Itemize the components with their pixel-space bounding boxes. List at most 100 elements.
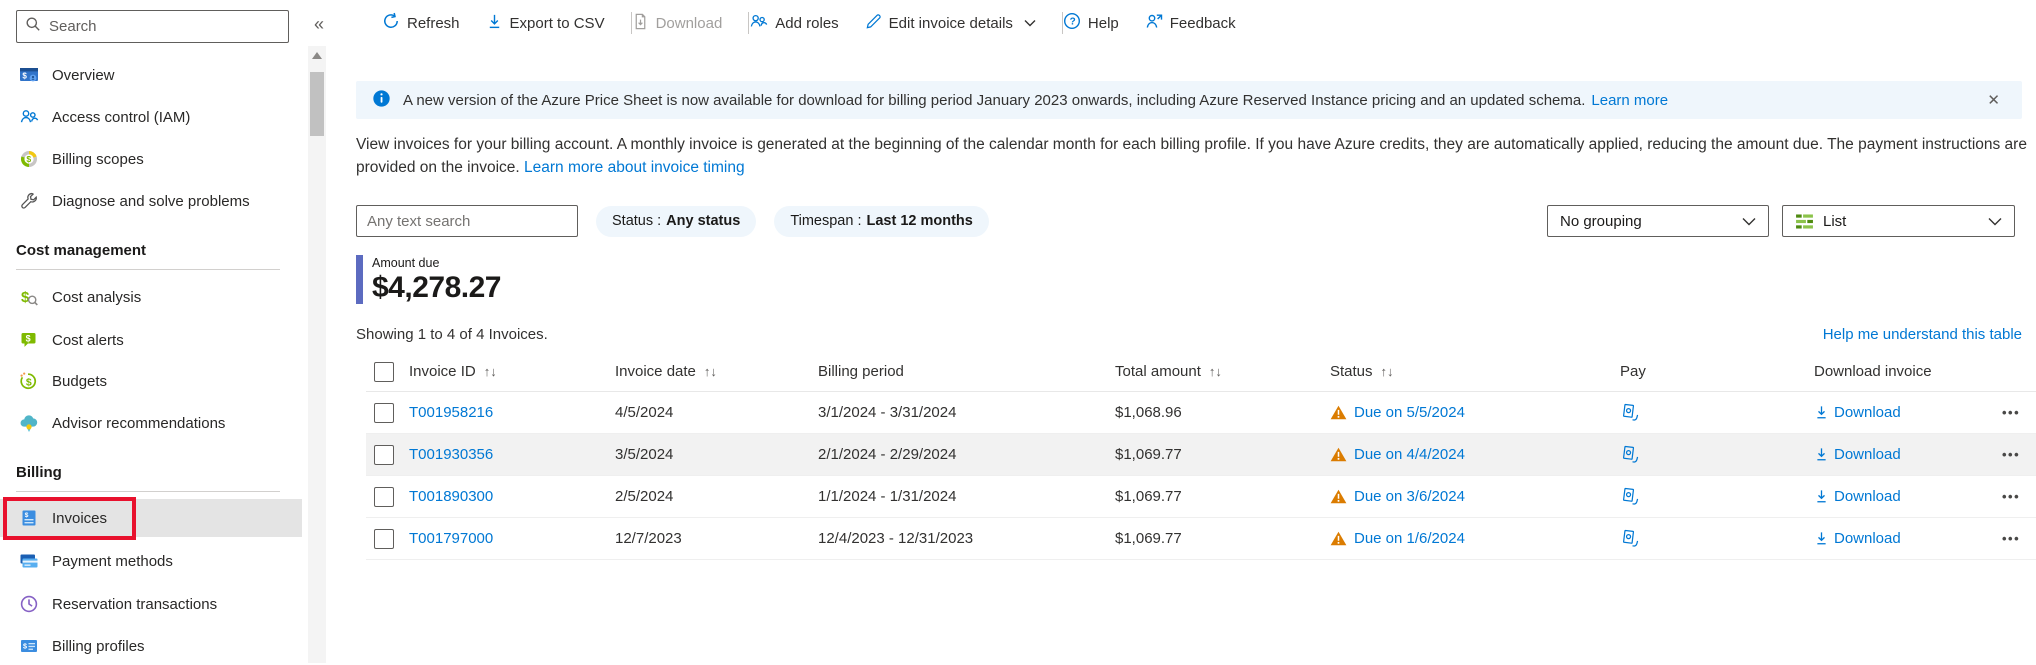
row-more-options-button[interactable]: ••• (1990, 405, 2036, 420)
grouping-dropdown[interactable]: No grouping (1547, 205, 1769, 237)
feedback-button[interactable]: Feedback (1145, 12, 1236, 34)
pay-invoice-icon[interactable] (1620, 487, 1639, 506)
column-header-total-amount[interactable]: Total amount↑↓ (1111, 363, 1326, 380)
scrollbar-up-arrow[interactable] (312, 52, 322, 59)
pay-invoice-icon[interactable] (1620, 529, 1639, 548)
export-csv-button[interactable]: Export to CSV (486, 13, 605, 34)
wrench-icon (18, 190, 40, 212)
sidebar-item-payment-methods[interactable]: Payment methods (0, 542, 302, 580)
row-more-options-button[interactable]: ••• (1990, 447, 2036, 462)
sidebar-item-cost-alerts[interactable]: $ Cost alerts (0, 321, 302, 359)
sidebar-item-advisor-recommendations[interactable]: Advisor recommendations (0, 404, 302, 442)
status-due-link[interactable]: Due on 4/4/2024 (1354, 446, 1465, 463)
overview-icon: $ (18, 64, 40, 86)
status-due-link[interactable]: Due on 3/6/2024 (1354, 488, 1465, 505)
billing-period-cell: 1/1/2024 - 1/31/2024 (814, 488, 1111, 505)
add-roles-icon (749, 12, 768, 35)
row-checkbox[interactable] (374, 445, 394, 465)
invoice-id-link[interactable]: T001930356 (409, 446, 493, 463)
invoice-date-cell: 12/7/2023 (611, 530, 814, 547)
invoice-id-link[interactable]: T001797000 (409, 530, 493, 547)
sidebar-search-box[interactable] (16, 10, 289, 43)
page-description: View invoices for your billing account. … (356, 134, 2034, 179)
row-checkbox[interactable] (374, 529, 394, 549)
download-invoice-link[interactable]: Download (1808, 488, 1990, 505)
help-icon: ? (1063, 12, 1081, 34)
sidebar-item-diagnose[interactable]: Diagnose and solve problems (0, 182, 302, 220)
row-more-options-button[interactable]: ••• (1990, 531, 2036, 546)
row-more-options-button[interactable]: ••• (1990, 489, 2036, 504)
cost-analysis-icon: $ (18, 286, 40, 308)
table-row: T001890300 2/5/2024 1/1/2024 - 1/31/2024… (366, 476, 2036, 518)
column-header-invoice-date[interactable]: Invoice date↑↓ (611, 363, 814, 380)
sidebar-item-billing-scopes[interactable]: $ Billing scopes (0, 140, 302, 178)
refresh-button[interactable]: Refresh (382, 12, 460, 34)
sidebar-search-input[interactable] (49, 18, 280, 35)
payment-methods-icon (18, 550, 40, 572)
chevron-down-icon (1742, 217, 1756, 226)
view-dropdown[interactable]: List (1782, 205, 2015, 237)
advisor-icon (18, 412, 40, 434)
info-icon (372, 89, 391, 112)
sidebar-item-label: Budgets (52, 373, 107, 390)
export-icon (486, 13, 503, 34)
help-understand-table-link[interactable]: Help me understand this table (1823, 326, 2022, 343)
timespan-filter-pill[interactable]: Timespan :Last 12 months (774, 206, 989, 237)
column-header-status[interactable]: Status↑↓ (1326, 363, 1616, 380)
help-button[interactable]: ? Help (1063, 12, 1119, 34)
download-invoice-link[interactable]: Download (1808, 530, 1990, 547)
warning-icon (1330, 489, 1347, 504)
billing-scopes-icon: $ (18, 148, 40, 170)
row-checkbox[interactable] (374, 487, 394, 507)
status-due-link[interactable]: Due on 5/5/2024 (1354, 404, 1465, 421)
invoice-date-cell: 3/5/2024 (611, 446, 814, 463)
add-roles-button[interactable]: Add roles (749, 12, 838, 35)
access-control-icon (18, 106, 40, 128)
sidebar: $ Overview Access control (IAM) $ Billin… (0, 0, 302, 663)
select-all-checkbox[interactable] (374, 362, 394, 382)
sidebar-item-invoices[interactable]: $ Invoices (0, 499, 302, 537)
edit-invoice-details-button[interactable]: Edit invoice details (865, 13, 1036, 34)
sidebar-item-billing-profiles[interactable]: $ Billing profiles (0, 627, 302, 665)
sidebar-item-label: Invoices (52, 510, 107, 527)
sort-icon: ↑↓ (484, 364, 497, 379)
download-arrow-icon (1814, 489, 1829, 504)
sidebar-item-label: Payment methods (52, 553, 173, 570)
sidebar-item-cost-analysis[interactable]: $ Cost analysis (0, 278, 302, 316)
total-amount-cell: $1,068.96 (1111, 404, 1326, 421)
total-amount-cell: $1,069.77 (1111, 446, 1326, 463)
filter-bar: Status :Any status Timespan :Last 12 mon… (356, 205, 2015, 237)
invoice-timing-link[interactable]: Learn more about invoice timing (524, 159, 745, 176)
pay-invoice-icon[interactable] (1620, 445, 1639, 464)
info-banner: A new version of the Azure Price Sheet i… (356, 81, 2022, 119)
column-header-invoice-id[interactable]: Invoice ID↑↓ (405, 363, 611, 380)
section-title-billing: Billing (16, 464, 62, 481)
row-checkbox[interactable] (374, 403, 394, 423)
invoice-id-link[interactable]: T001958216 (409, 404, 493, 421)
command-bar: Refresh Export to CSV Download Add roles… (326, 0, 2036, 46)
status-due-link[interactable]: Due on 1/6/2024 (1354, 530, 1465, 547)
banner-learn-more-link[interactable]: Learn more (1591, 92, 1668, 109)
sidebar-item-budgets[interactable]: $ Budgets (0, 362, 302, 400)
billing-period-cell: 3/1/2024 - 3/31/2024 (814, 404, 1111, 421)
download-invoice-link[interactable]: Download (1808, 404, 1990, 421)
download-button: Download (632, 13, 723, 34)
budgets-icon: $ (18, 370, 40, 392)
text-search-input[interactable] (356, 205, 578, 237)
sidebar-item-reservation-transactions[interactable]: Reservation transactions (0, 585, 302, 623)
pay-invoice-icon[interactable] (1620, 403, 1639, 422)
status-filter-pill[interactable]: Status :Any status (596, 206, 756, 237)
close-icon[interactable]: ✕ (1981, 89, 2006, 111)
download-invoice-link[interactable]: Download (1808, 446, 1990, 463)
scrollbar-thumb[interactable] (310, 72, 324, 136)
sidebar-item-access-control-iam[interactable]: Access control (IAM) (0, 98, 302, 136)
svg-text:$: $ (26, 376, 32, 388)
sidebar-item-overview[interactable]: $ Overview (0, 56, 302, 94)
warning-icon (1330, 447, 1347, 462)
chevron-down-icon (1988, 217, 2002, 226)
table-header-row: Invoice ID↑↓ Invoice date↑↓ Billing peri… (366, 352, 2036, 392)
invoice-id-link[interactable]: T001890300 (409, 488, 493, 505)
table-info-row: Showing 1 to 4 of 4 Invoices. Help me un… (356, 326, 2022, 343)
billing-period-cell: 12/4/2023 - 12/31/2023 (814, 530, 1111, 547)
column-header-pay: Pay (1616, 363, 1808, 380)
